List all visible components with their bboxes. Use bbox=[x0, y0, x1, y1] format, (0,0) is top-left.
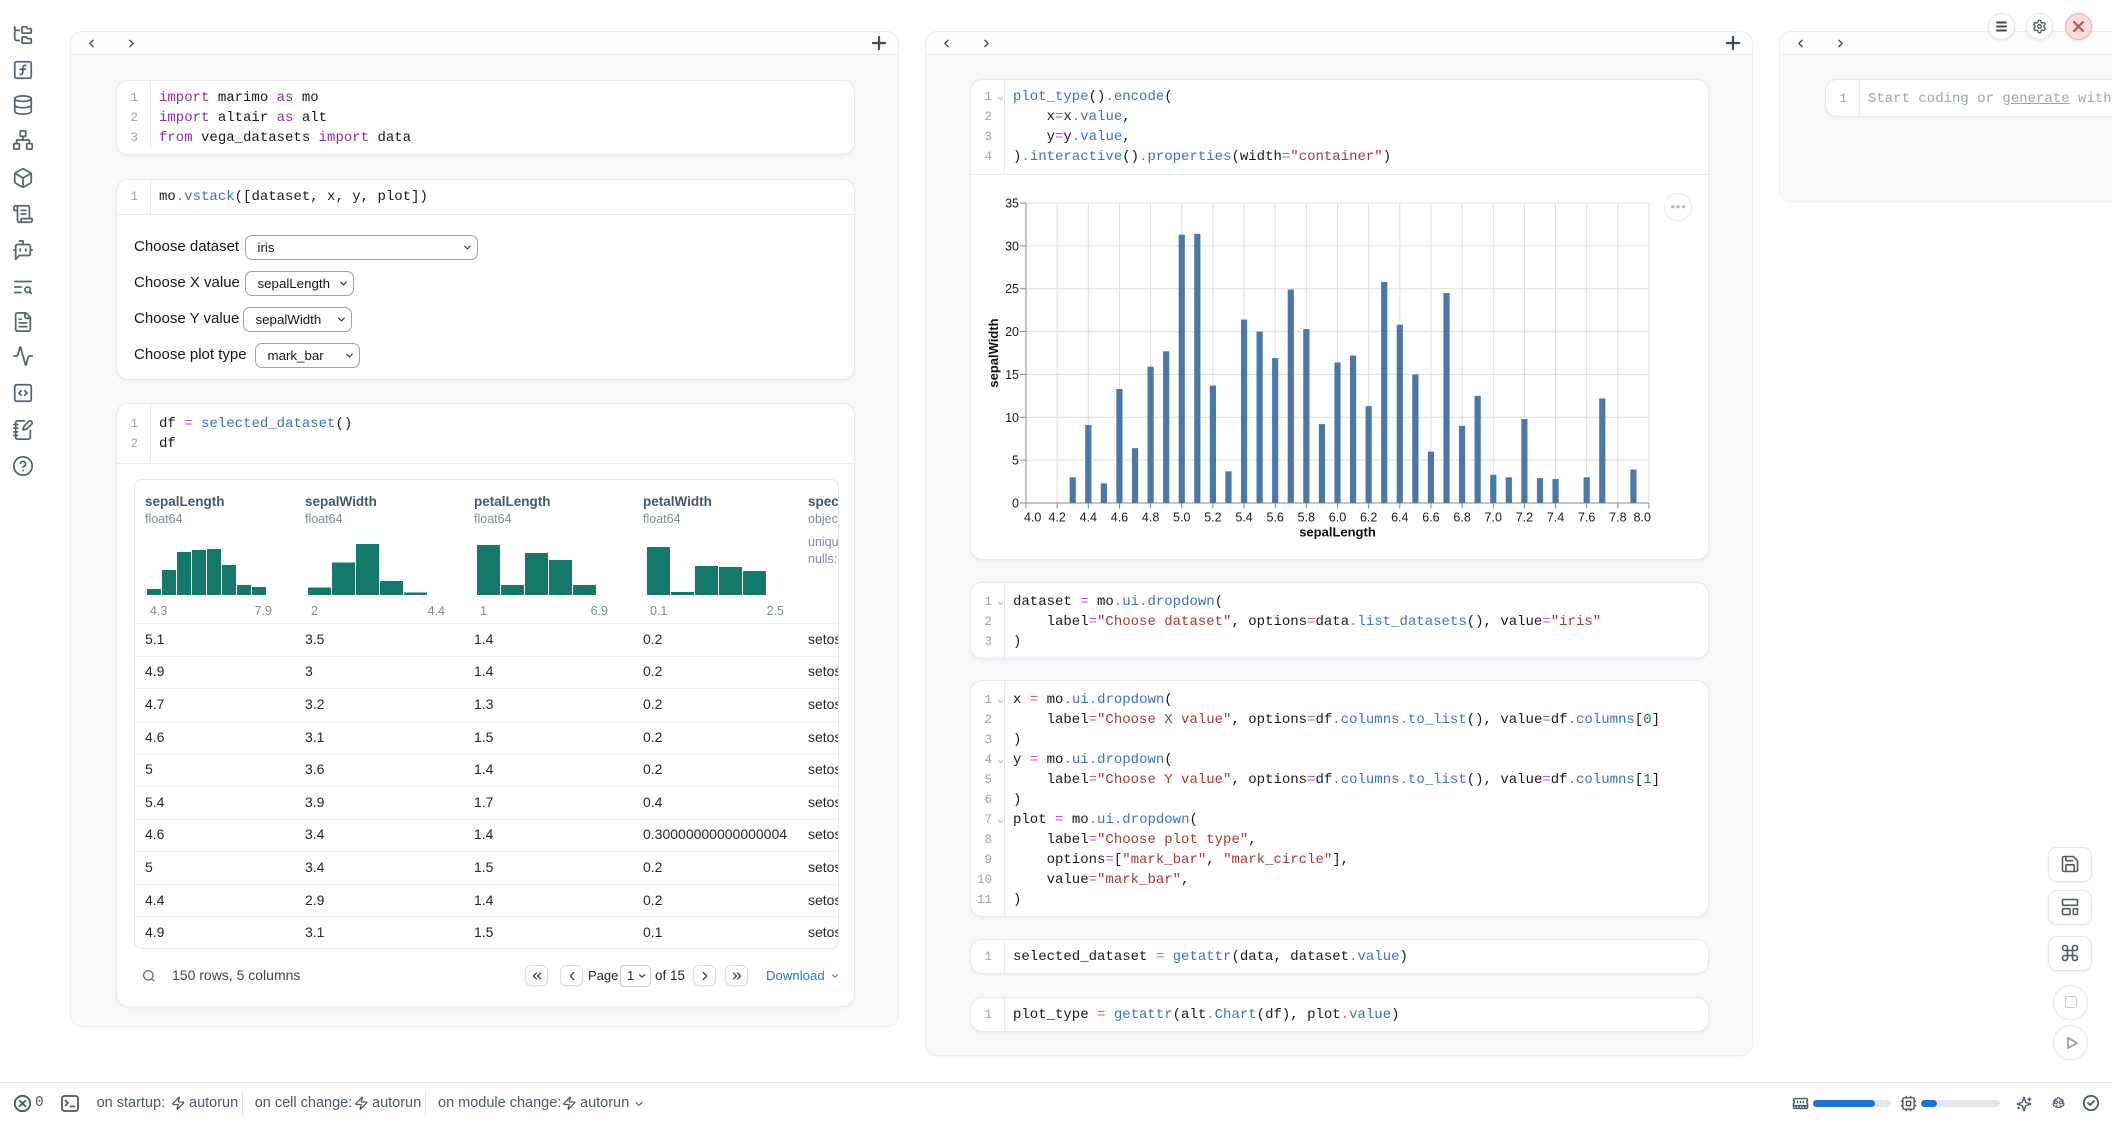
svg-text:sepalLength: sepalLength bbox=[1299, 525, 1376, 540]
svg-text:5.8: 5.8 bbox=[1298, 511, 1315, 525]
svg-text:7.0: 7.0 bbox=[1485, 511, 1502, 525]
svg-text:6.4: 6.4 bbox=[1391, 511, 1408, 525]
svg-text:5.0: 5.0 bbox=[1173, 511, 1190, 525]
svg-text:10: 10 bbox=[1005, 411, 1019, 425]
svg-text:4.8: 4.8 bbox=[1142, 511, 1159, 525]
svg-text:4.6: 4.6 bbox=[1111, 511, 1128, 525]
svg-text:7.2: 7.2 bbox=[1516, 511, 1533, 525]
svg-text:15: 15 bbox=[1005, 368, 1019, 382]
svg-text:4.4: 4.4 bbox=[1080, 511, 1097, 525]
svg-text:8.0: 8.0 bbox=[1634, 511, 1651, 525]
svg-text:5.6: 5.6 bbox=[1267, 511, 1284, 525]
svg-text:6.8: 6.8 bbox=[1453, 511, 1470, 525]
svg-text:7.6: 7.6 bbox=[1578, 511, 1595, 525]
svg-text:7.4: 7.4 bbox=[1547, 511, 1564, 525]
svg-text:4.0: 4.0 bbox=[1024, 511, 1041, 525]
svg-text:4.2: 4.2 bbox=[1048, 511, 1065, 525]
svg-text:6.6: 6.6 bbox=[1422, 511, 1439, 525]
svg-text:20: 20 bbox=[1005, 325, 1019, 339]
svg-text:25: 25 bbox=[1005, 282, 1019, 296]
svg-text:5: 5 bbox=[1012, 454, 1019, 468]
svg-text:5.2: 5.2 bbox=[1204, 511, 1221, 525]
svg-text:7.8: 7.8 bbox=[1609, 511, 1626, 525]
svg-text:6.2: 6.2 bbox=[1360, 511, 1377, 525]
svg-text:5.4: 5.4 bbox=[1235, 511, 1252, 525]
svg-text:35: 35 bbox=[1005, 197, 1019, 211]
svg-text:6.0: 6.0 bbox=[1329, 511, 1346, 525]
svg-text:sepalWidth: sepalWidth bbox=[986, 318, 1001, 387]
svg-text:0: 0 bbox=[1012, 497, 1019, 511]
svg-text:30: 30 bbox=[1005, 239, 1019, 253]
